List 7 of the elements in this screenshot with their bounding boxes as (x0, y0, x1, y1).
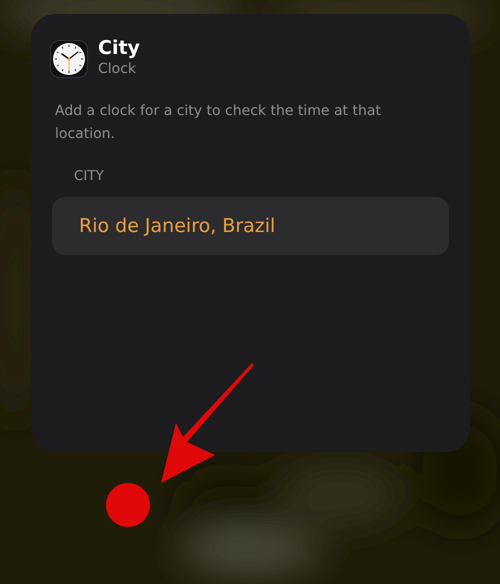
app-name: Clock (98, 60, 138, 78)
city-field[interactable]: Rio de Janeiro, Brazil (52, 197, 449, 255)
clock-icon (50, 40, 88, 78)
field-label: CITY (74, 168, 104, 184)
description: Add a clock for a city to check the time at that location. (55, 102, 382, 144)
widget-title: City (98, 37, 140, 60)
annotation-dot (106, 483, 150, 527)
